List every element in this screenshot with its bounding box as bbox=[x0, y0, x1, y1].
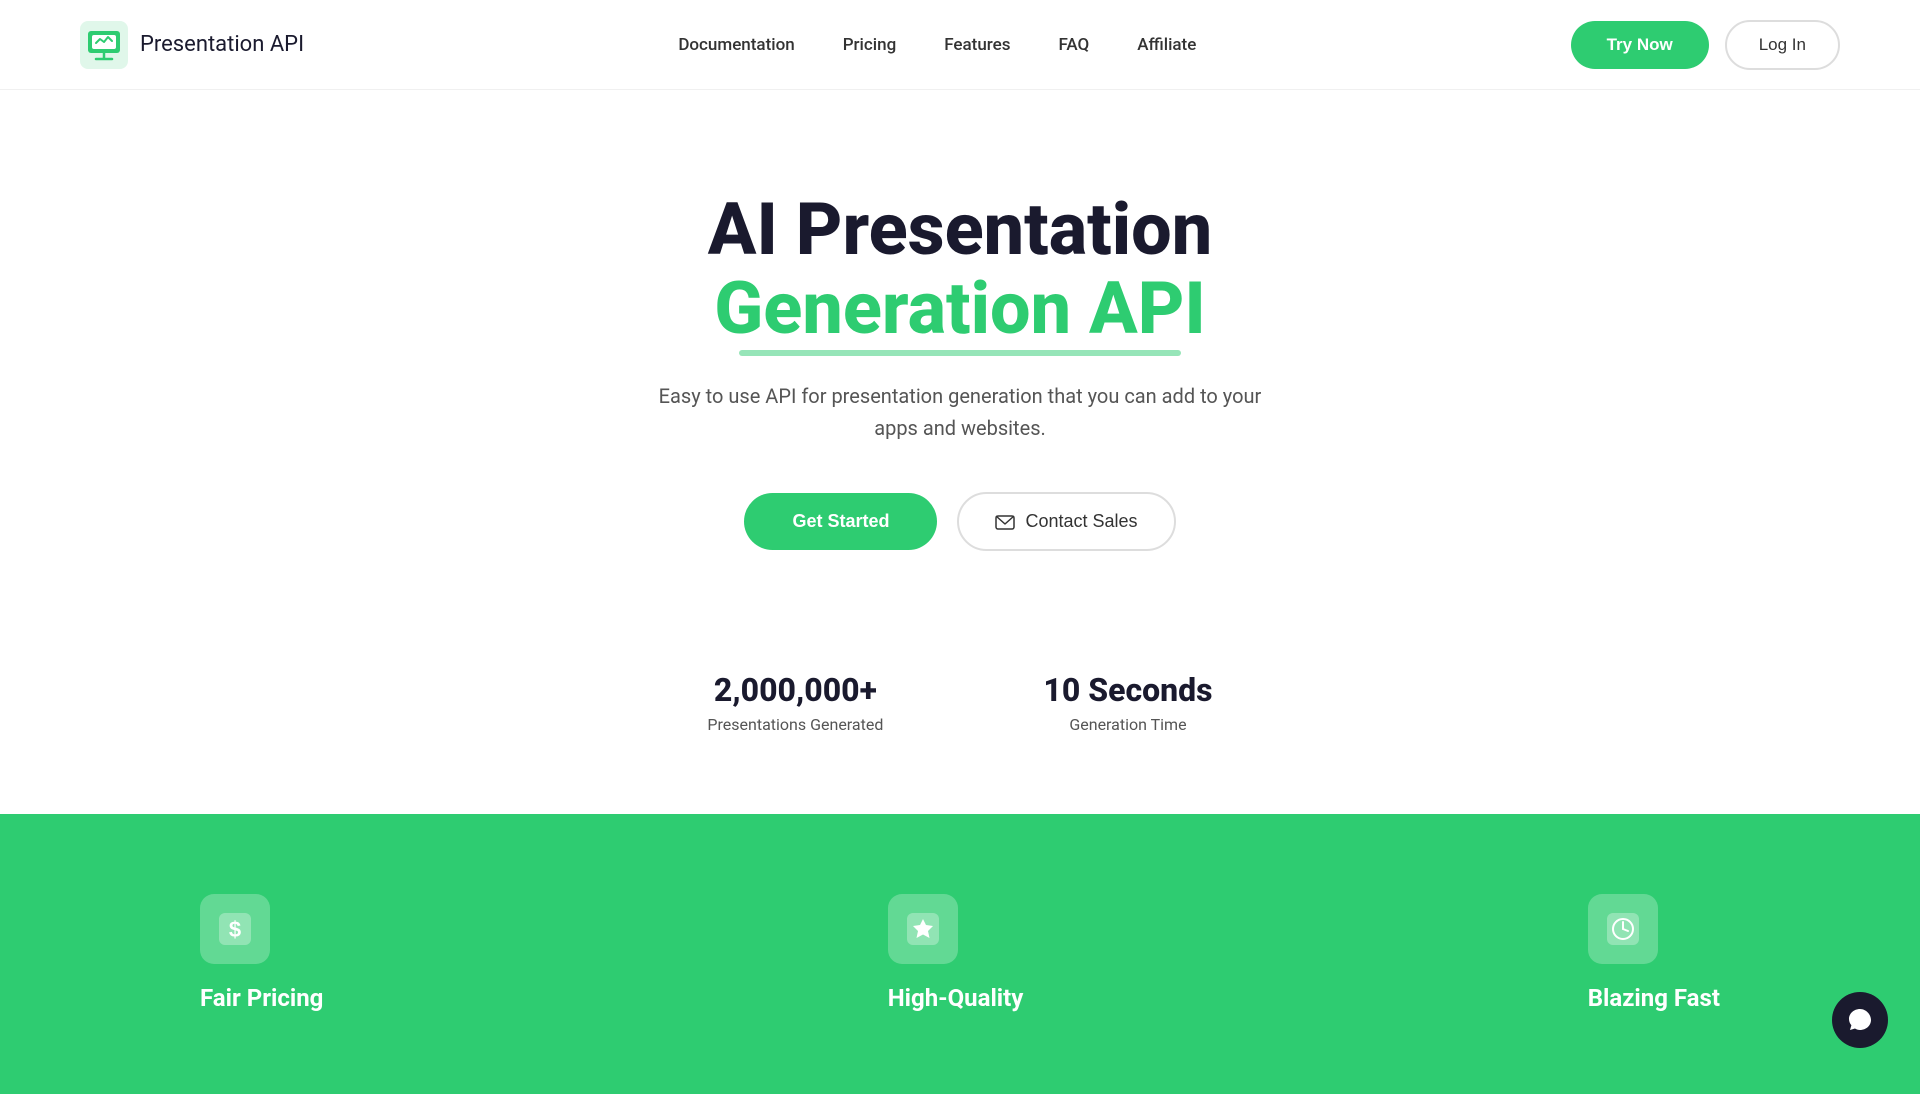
hero-title-line2: Generation API bbox=[714, 269, 1206, 348]
nav-features[interactable]: Features bbox=[944, 35, 1010, 55]
get-started-button[interactable]: Get Started bbox=[744, 493, 937, 550]
feature-high-quality: High-Quality bbox=[888, 894, 1024, 1012]
svg-text:$: $ bbox=[229, 917, 241, 942]
logo-link[interactable]: Presentation API bbox=[80, 21, 304, 69]
nav-faq[interactable]: FAQ bbox=[1059, 35, 1090, 55]
blazing-fast-title: Blazing Fast bbox=[1588, 984, 1720, 1012]
stat-presentations-label: Presentations Generated bbox=[707, 715, 883, 734]
hero-buttons: Get Started Contact Sales bbox=[744, 492, 1175, 551]
navbar: Presentation API Documentation Pricing F… bbox=[0, 0, 1920, 90]
nav-pricing[interactable]: Pricing bbox=[843, 35, 897, 55]
high-quality-title: High-Quality bbox=[888, 984, 1024, 1012]
stat-generation-time: 10 Seconds Generation Time bbox=[1043, 671, 1212, 734]
stat-presentations-value: 2,000,000+ bbox=[707, 671, 883, 709]
login-button[interactable]: Log In bbox=[1725, 20, 1840, 70]
feature-fair-pricing: $ Fair Pricing bbox=[200, 894, 323, 1012]
contact-sales-button[interactable]: Contact Sales bbox=[957, 492, 1175, 551]
clock-icon bbox=[1605, 911, 1641, 947]
stat-generation-time-label: Generation Time bbox=[1043, 715, 1212, 734]
logo-icon bbox=[80, 21, 128, 69]
star-icon bbox=[905, 911, 941, 947]
stat-generation-time-value: 10 Seconds bbox=[1043, 671, 1212, 709]
dollar-icon: $ bbox=[217, 911, 253, 947]
logo-text: Presentation API bbox=[140, 32, 304, 57]
chat-bubble-button[interactable] bbox=[1832, 992, 1888, 1048]
email-icon bbox=[995, 512, 1015, 532]
blazing-fast-icon-box bbox=[1588, 894, 1658, 964]
stat-presentations: 2,000,000+ Presentations Generated bbox=[707, 671, 883, 734]
try-now-button[interactable]: Try Now bbox=[1571, 21, 1709, 69]
hero-title: AI Presentation Generation API bbox=[708, 190, 1212, 348]
stats-section: 2,000,000+ Presentations Generated 10 Se… bbox=[0, 611, 1920, 814]
navbar-nav: Documentation Pricing Features FAQ Affil… bbox=[678, 35, 1196, 55]
high-quality-icon-box bbox=[888, 894, 958, 964]
nav-documentation[interactable]: Documentation bbox=[678, 35, 794, 55]
nav-affiliate[interactable]: Affiliate bbox=[1137, 35, 1196, 55]
hero-section: AI Presentation Generation API Easy to u… bbox=[0, 90, 1920, 611]
hero-title-line1: AI Presentation bbox=[708, 190, 1212, 269]
features-section: $ Fair Pricing High-Quality Blazing Fast bbox=[0, 814, 1920, 1094]
chat-icon bbox=[1846, 1006, 1874, 1034]
hero-subtitle: Easy to use API for presentation generat… bbox=[640, 380, 1280, 444]
fair-pricing-title: Fair Pricing bbox=[200, 984, 323, 1012]
fair-pricing-icon-box: $ bbox=[200, 894, 270, 964]
feature-blazing-fast: Blazing Fast bbox=[1588, 894, 1720, 1012]
navbar-actions: Try Now Log In bbox=[1571, 20, 1840, 70]
